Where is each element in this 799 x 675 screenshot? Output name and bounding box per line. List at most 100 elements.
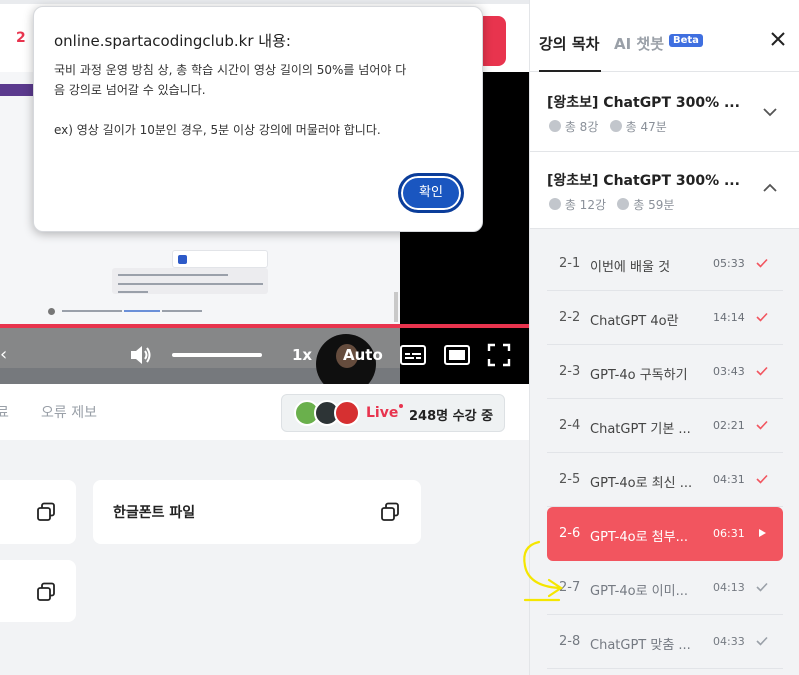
- lesson-duration: 14:14: [713, 311, 745, 324]
- section-title: [왕초보] ChatGPT 300% ...: [547, 173, 740, 189]
- subtitles-icon[interactable]: [400, 344, 426, 366]
- lesson-number: 2-5: [559, 472, 581, 487]
- annotation-arrow-icon: [523, 540, 563, 602]
- section-meta: 총 12강 총 59분: [549, 196, 674, 213]
- tab-ai-chatbot[interactable]: AI 챗봇: [614, 33, 664, 54]
- lesson-duration: 04:31: [713, 473, 745, 486]
- section-2[interactable]: [왕초보] ChatGPT 300% ... 총 12강 총 59분: [530, 152, 799, 229]
- section-duration: 총 59분: [633, 198, 675, 212]
- check-icon: [756, 582, 768, 592]
- app-root: 2 ‹ 1x Auto 료 오류 제보 Live 248명 수강 중 한글폰트 …: [0, 0, 799, 675]
- video-frame-text: [162, 310, 202, 312]
- live-avatars: [294, 400, 362, 428]
- lesson-title: GPT-4o로 첨부...: [590, 530, 688, 545]
- chevron-down-icon[interactable]: [762, 104, 778, 120]
- avatar: [334, 400, 360, 426]
- play-icon: [759, 529, 766, 537]
- section-lecture-count: 총 8강: [564, 120, 599, 134]
- lesson-item[interactable]: 2-7 GPT-4o로 이미... 04:13: [547, 561, 783, 615]
- previous-chevron-icon[interactable]: ‹: [0, 344, 7, 365]
- lesson-duration: 04:13: [713, 581, 745, 594]
- video-frame-bullet: [48, 308, 55, 315]
- lesson-number: 2-8: [559, 634, 581, 649]
- dialog-title: online.spartacodingclub.kr 내용:: [54, 32, 291, 50]
- lesson-duration: 06:31: [713, 527, 745, 540]
- check-icon: [756, 636, 768, 646]
- video-frame-file-card: [172, 250, 268, 268]
- dialog-message-line: ex) 영상 길이가 10분인 경우, 5분 이상 강의에 머물러야 합니다.: [54, 123, 381, 137]
- section-lecture-count: 총 12강: [564, 198, 606, 212]
- lesson-item[interactable]: 2-1 이번에 배울 것 05:33: [547, 237, 783, 291]
- lesson-title: GPT-4o로 최신 ...: [590, 476, 693, 491]
- copy-icon[interactable]: [380, 502, 400, 522]
- materials-area: 한글폰트 파일: [0, 440, 530, 675]
- section-meta: 총 8강 총 47분: [549, 118, 667, 135]
- lesson-title: GPT-4o 구독하기: [590, 368, 688, 383]
- ok-button[interactable]: 확인: [398, 173, 464, 213]
- lesson-title: ChatGPT 기본 ...: [590, 422, 691, 437]
- alert-dialog: online.spartacodingclub.kr 내용: 국비 과정 운영 …: [33, 6, 483, 232]
- check-icon: [756, 420, 768, 430]
- video-frame-text: [118, 291, 148, 293]
- playback-speed-button[interactable]: 1x: [292, 346, 312, 364]
- clock-icon: [609, 120, 622, 132]
- beta-badge: Beta: [669, 34, 703, 47]
- lesson-duration: 04:33: [713, 635, 745, 648]
- video-frame-text: [118, 274, 228, 276]
- quality-button[interactable]: Auto: [343, 346, 383, 364]
- check-icon: [756, 366, 768, 376]
- chevron-up-icon[interactable]: [762, 180, 778, 196]
- dialog-message-line: 음 강의로 넘어갈 수 있습니다.: [54, 83, 206, 97]
- lesson-title: ChatGPT 맞춤 ...: [590, 638, 691, 653]
- close-icon[interactable]: [770, 31, 786, 47]
- dialog-message-line: 국비 과정 운영 방침 상, 총 학습 시간이 영상 길이의 50%를 넘어야 …: [54, 63, 407, 77]
- live-label: Live: [366, 405, 399, 421]
- video-frame-scrollbar: [394, 292, 398, 322]
- volume-slider[interactable]: [172, 353, 262, 357]
- lesson-title: GPT-4o로 이미...: [590, 584, 688, 599]
- section-duration: 총 47분: [625, 120, 667, 134]
- file-name: 한글폰트 파일: [113, 505, 196, 521]
- lesson-item-current[interactable]: 2-6 GPT-4o로 첨부... 06:31: [547, 507, 783, 561]
- tab-table-of-contents[interactable]: 강의 목차: [539, 33, 599, 54]
- copy-icon[interactable]: [36, 502, 56, 522]
- file-card[interactable]: [0, 480, 76, 544]
- lesson-item[interactable]: 2-2 ChatGPT 4o란 14:14: [547, 291, 783, 345]
- lesson-number: 2-2: [559, 310, 581, 325]
- lesson-title: 이번에 배울 것: [590, 260, 671, 275]
- lesson-item[interactable]: 2-5 GPT-4o로 최신 ... 04:31: [547, 453, 783, 507]
- lesson-number: 2-4: [559, 418, 581, 433]
- play-circle-icon: [549, 198, 561, 210]
- course-step-number: 2: [16, 30, 26, 46]
- lesson-item[interactable]: 2-4 ChatGPT 기본 ... 02:21: [547, 399, 783, 453]
- lecture-tabs: 료 오류 제보 Live 248명 수강 중: [0, 384, 530, 440]
- file-card-hangul-font[interactable]: 한글폰트 파일: [93, 480, 421, 544]
- lesson-number: 2-1: [559, 256, 581, 271]
- copy-icon[interactable]: [36, 582, 56, 602]
- volume-icon[interactable]: [128, 342, 154, 368]
- top-divider: [0, 0, 530, 4]
- lesson-item[interactable]: 2-3 GPT-4o 구독하기 03:43: [547, 345, 783, 399]
- live-dot-icon: [399, 404, 403, 408]
- tab-error-report[interactable]: 오류 제보: [41, 402, 97, 422]
- lesson-duration: 02:21: [713, 419, 745, 432]
- dialog-message: 국비 과정 운영 방침 상, 총 학습 시간이 영상 길이의 50%를 넘어야 …: [54, 60, 466, 140]
- lesson-number: 2-3: [559, 364, 581, 379]
- lesson-duration: 05:33: [713, 257, 745, 270]
- theater-mode-icon[interactable]: [444, 344, 470, 366]
- document-icon: [178, 255, 187, 264]
- tab-materials[interactable]: 료: [0, 402, 9, 422]
- lesson-duration: 03:43: [713, 365, 745, 378]
- file-card[interactable]: [0, 560, 76, 622]
- lesson-title: ChatGPT 4o란: [590, 314, 679, 329]
- live-viewers-badge: Live 248명 수강 중: [281, 394, 505, 432]
- live-viewer-count: 248명 수강 중: [409, 409, 494, 424]
- play-circle-icon: [549, 120, 561, 132]
- fullscreen-icon[interactable]: [487, 343, 511, 367]
- section-1[interactable]: [왕초보] ChatGPT 300% ... 총 8강 총 47분: [530, 72, 799, 152]
- video-frame-text: [118, 283, 263, 285]
- lesson-item[interactable]: 2-8 ChatGPT 맞춤 ... 04:33: [547, 615, 783, 669]
- video-frame-text: [62, 310, 122, 312]
- check-icon: [756, 312, 768, 322]
- check-icon: [756, 474, 768, 484]
